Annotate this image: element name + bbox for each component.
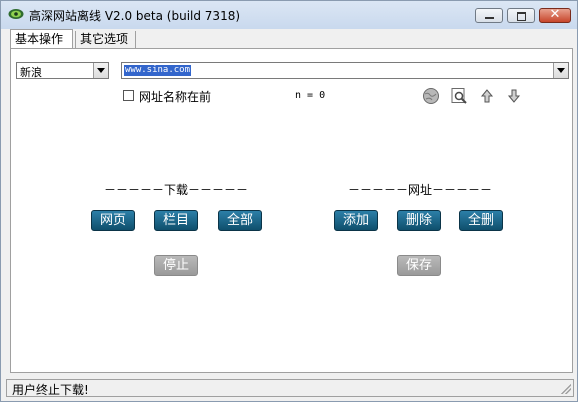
app-icon bbox=[8, 9, 24, 19]
save-button[interactable]: 保存 bbox=[397, 255, 441, 276]
tab-basic[interactable]: 基本操作 bbox=[10, 29, 73, 49]
url-combobox[interactable]: www.sina.com bbox=[121, 62, 569, 79]
delete-url-button[interactable]: 删除 bbox=[397, 210, 441, 231]
count-readout: n = 0 bbox=[295, 90, 326, 101]
title-bar: 高深网站离线 V2.0 beta (build 7318) ✕ bbox=[1, 1, 577, 29]
arrow-down-icon[interactable] bbox=[505, 87, 523, 105]
close-button[interactable]: ✕ bbox=[539, 7, 571, 23]
add-url-button[interactable]: 添加 bbox=[334, 210, 378, 231]
resize-grip-icon[interactable] bbox=[561, 384, 571, 394]
download-webpage-button[interactable]: 网页 bbox=[91, 210, 135, 231]
download-column-button[interactable]: 栏目 bbox=[154, 210, 198, 231]
status-text: 用户终止下载! bbox=[12, 383, 89, 397]
window-title: 高深网站离线 V2.0 beta (build 7318) bbox=[29, 9, 241, 23]
maximize-button[interactable] bbox=[507, 8, 535, 23]
delete-all-urls-button[interactable]: 全删 bbox=[459, 210, 503, 231]
minimize-button[interactable] bbox=[475, 8, 503, 23]
search-page-icon[interactable] bbox=[450, 87, 468, 105]
status-bar: 用户终止下载! bbox=[6, 379, 574, 397]
source-select[interactable]: 新浪 bbox=[16, 62, 109, 79]
maximize-icon bbox=[517, 12, 526, 21]
minimize-icon bbox=[485, 17, 494, 19]
name-first-checkbox[interactable] bbox=[123, 90, 134, 101]
app-window: 高深网站离线 V2.0 beta (build 7318) ✕ 基本操作 其它选… bbox=[0, 0, 578, 402]
url-section-label: －－－－－网址－－－－－ bbox=[348, 183, 493, 197]
download-section-label: －－－－－下载－－－－－ bbox=[104, 183, 249, 197]
arrow-up-icon[interactable] bbox=[478, 87, 496, 105]
download-all-button[interactable]: 全部 bbox=[218, 210, 262, 231]
chevron-down-icon[interactable] bbox=[93, 63, 108, 78]
globe-icon[interactable] bbox=[422, 87, 440, 105]
source-select-value: 新浪 bbox=[20, 66, 42, 79]
tab-other-options[interactable]: 其它选项 bbox=[75, 31, 136, 48]
stop-button[interactable]: 停止 bbox=[154, 255, 198, 276]
chevron-down-icon[interactable] bbox=[553, 63, 568, 78]
close-icon: ✕ bbox=[549, 7, 561, 22]
name-first-label: 网址名称在前 bbox=[139, 90, 212, 104]
url-value: www.sina.com bbox=[124, 65, 192, 76]
